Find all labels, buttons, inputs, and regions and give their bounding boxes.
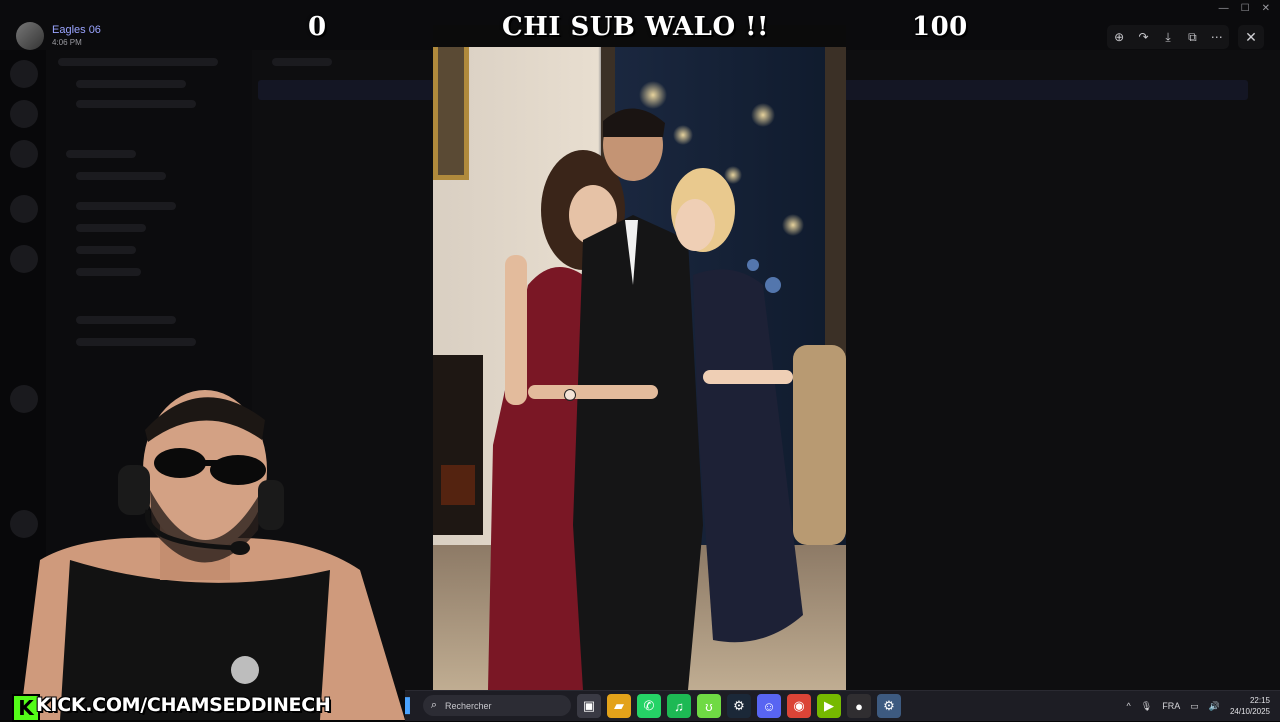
open-external-icon[interactable]: ⧉	[1182, 27, 1202, 47]
attachment-author: Eagles 06 4:06 PM	[16, 22, 101, 50]
volume-icon[interactable]: 🔊	[1209, 701, 1220, 712]
author-timestamp: 4:06 PM	[52, 37, 82, 47]
meme-left-number: 0	[308, 12, 327, 42]
task-view-icon[interactable]: ▣	[577, 694, 601, 718]
windows-start-icon[interactable]: ▌	[405, 697, 415, 715]
taskbar-clock[interactable]: 22:15 24/10/2025	[1230, 695, 1270, 717]
photo-illustration	[433, 25, 846, 690]
clock-date: 24/10/2025	[1229, 707, 1270, 716]
kick-channel-url: KICK.COM/CHAMSEDDINECH	[36, 694, 331, 716]
channel-line	[76, 268, 141, 276]
channel-line	[76, 246, 136, 254]
close-viewer-button[interactable]: ✕	[1238, 25, 1264, 49]
more-icon[interactable]: ⋯	[1207, 27, 1227, 47]
server-icon	[10, 245, 38, 273]
taskbar-search[interactable]: ⌕ Rechercher	[423, 695, 571, 716]
system-tray: ^ 🎙 FRA ▭ 🔊 22:15 24/10/2025	[1127, 691, 1280, 721]
server-icon	[10, 100, 38, 128]
chat-line	[272, 58, 332, 66]
channel-line	[76, 338, 196, 346]
obs-icon[interactable]: ●	[847, 694, 871, 718]
meme-image	[433, 25, 846, 690]
chrome-icon[interactable]: ◉	[787, 694, 811, 718]
search-placeholder: Rechercher	[445, 700, 492, 711]
channel-line	[66, 150, 136, 158]
nvidia-icon[interactable]: ▶	[817, 694, 841, 718]
channel-line	[76, 224, 146, 232]
download-icon[interactable]: ⤓	[1158, 27, 1178, 47]
channel-line	[76, 100, 196, 108]
search-icon: ⌕	[430, 699, 438, 711]
taskbar-apps: ▣ ▰ ✆ ♫ ʊ ⚙ ☺ ◉ ▶ ● ⚙	[577, 694, 901, 718]
viewer-toolbar: ⊕ ↷ ⤓ ⧉ ⋯	[1107, 25, 1229, 49]
spotify-icon[interactable]: ♫	[667, 694, 691, 718]
zoom-cursor-icon	[564, 389, 576, 401]
language-indicator[interactable]: FRA	[1162, 701, 1180, 711]
channel-line	[76, 202, 176, 210]
steam-icon[interactable]: ⚙	[727, 694, 751, 718]
channel-line	[76, 172, 166, 180]
window-controls: — ☐ ✕	[1219, 3, 1270, 14]
channel-line	[76, 316, 176, 324]
server-icon	[10, 140, 38, 168]
author-name[interactable]: Eagles 06	[52, 24, 101, 37]
minimize-icon[interactable]: —	[1219, 3, 1229, 14]
webcam-overlay	[0, 360, 405, 720]
file-explorer-icon[interactable]: ▰	[607, 694, 631, 718]
channel-line	[76, 80, 186, 88]
server-icon	[10, 195, 38, 223]
meme-caption: CHI SUB WALO !!	[502, 12, 769, 42]
close-window-icon[interactable]: ✕	[1262, 3, 1270, 14]
avatar[interactable]	[16, 22, 44, 50]
maximize-icon[interactable]: ☐	[1241, 3, 1250, 14]
upwork-icon[interactable]: ʊ	[697, 694, 721, 718]
zoom-in-icon[interactable]: ⊕	[1109, 27, 1129, 47]
forward-icon[interactable]: ↷	[1134, 27, 1154, 47]
channel-line	[58, 58, 218, 66]
tray-overflow-icon[interactable]: ^	[1127, 701, 1131, 711]
network-icon[interactable]: ▭	[1190, 701, 1199, 712]
microphone-icon[interactable]: 🎙	[1141, 701, 1152, 712]
whatsapp-icon[interactable]: ✆	[637, 694, 661, 718]
windows-taskbar: ▌ ⌕ Rechercher ▣ ▰ ✆ ♫ ʊ ⚙ ☺ ◉ ▶ ● ⚙ ^ 🎙 FRA ▭ 🔊 2…	[405, 690, 1280, 721]
clock-time: 22:15	[1249, 696, 1270, 705]
discord-icon[interactable]: ☺	[757, 694, 781, 718]
server-icon	[10, 60, 38, 88]
meme-right-number: 100	[912, 12, 968, 42]
settings-icon[interactable]: ⚙	[877, 694, 901, 718]
streamer-illustration	[20, 390, 405, 720]
